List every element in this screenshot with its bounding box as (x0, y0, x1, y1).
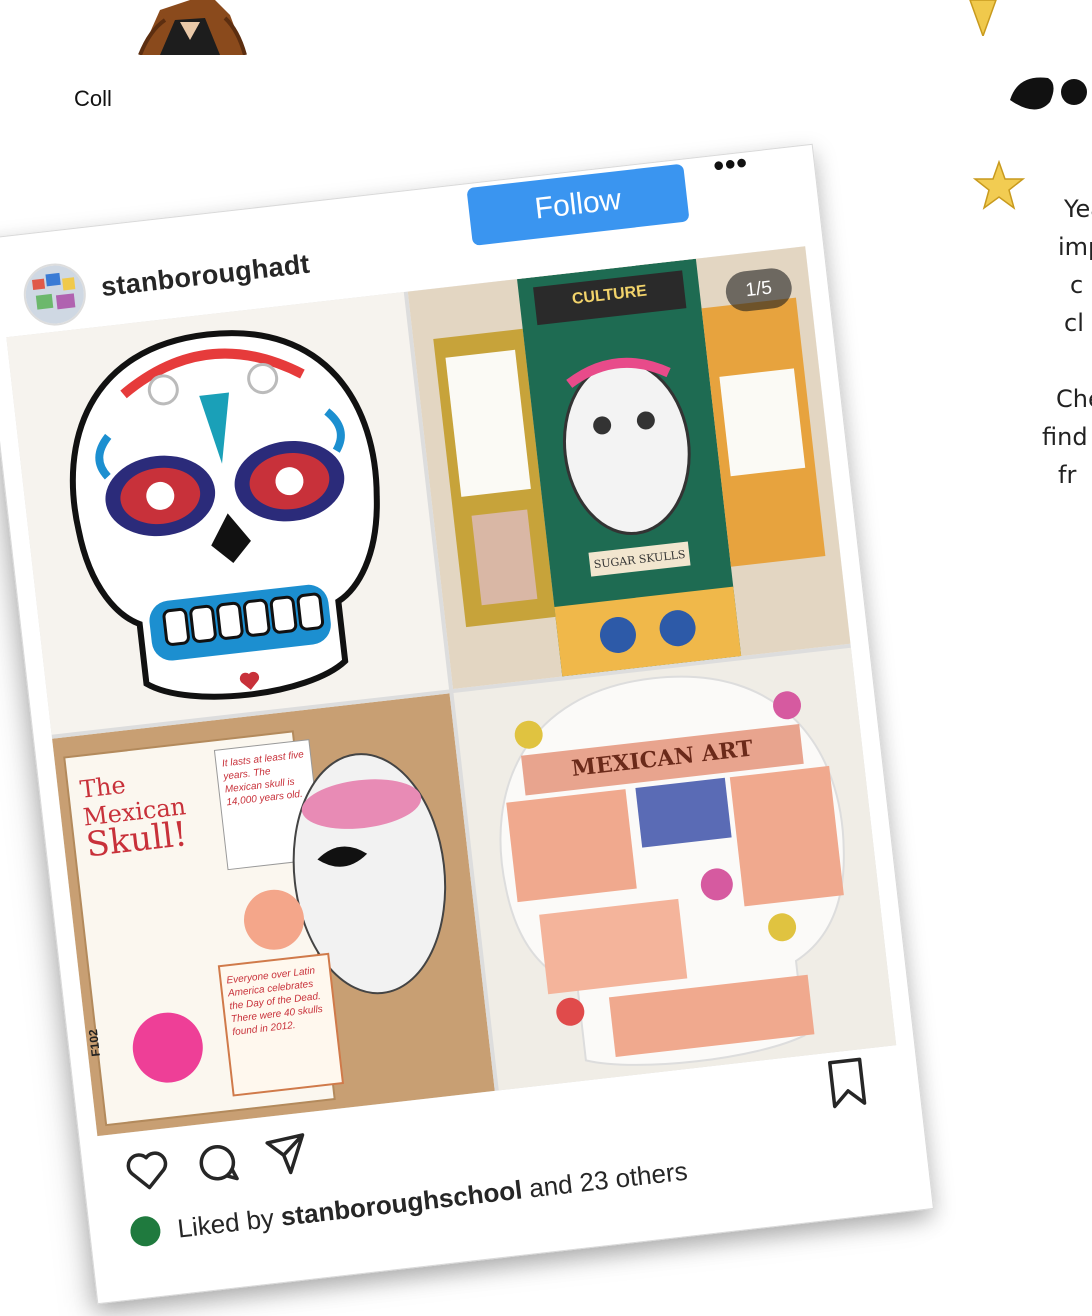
side-line: find (1042, 423, 1088, 451)
sugar-skull-image (6, 292, 450, 735)
gold-star-icon (969, 0, 997, 36)
side-line: cl (1064, 309, 1084, 337)
cartoon-avatar-image (138, 0, 247, 55)
heart-icon[interactable] (121, 1144, 174, 1197)
side-paragraph: Yea imp c cl Che find fr (1012, 190, 1092, 494)
side-line: fr (1058, 461, 1077, 489)
post-username[interactable]: stanboroughadt (100, 249, 312, 304)
side-line: imp (1058, 233, 1092, 261)
follow-button[interactable]: Follow (466, 163, 690, 246)
liker-avatar[interactable] (128, 1214, 163, 1249)
side-line (1012, 342, 1092, 380)
blob-decoration-icon (1010, 77, 1087, 110)
skull-box-note-1: It lasts at least five years. The Mexica… (221, 749, 305, 809)
skull-box-image: The Mexican Skull! It lasts at least fiv… (52, 693, 495, 1137)
skull-box-note-2: Everyone over Latin America celebrates t… (226, 965, 324, 1039)
instagram-post-card: stanboroughadt Follow ••• 1/5 The Mexica… (0, 143, 934, 1305)
side-line: Che (1056, 385, 1092, 413)
skull-box-title: The Mexican Skull! (78, 760, 227, 866)
more-options-icon[interactable]: ••• (712, 146, 750, 184)
post-image-grid[interactable]: 1/5 The Mexican Skull! It lasts at least… (6, 246, 897, 1137)
liked-by-prefix: Liked by (175, 1202, 276, 1244)
profile-avatar-image (22, 262, 87, 327)
side-line: c (1070, 271, 1084, 299)
display-board-image: 1/5 (407, 246, 851, 689)
side-line: Yea (1064, 195, 1092, 223)
skull-box-side-label: F102 (85, 1028, 103, 1058)
bookmark-icon[interactable] (823, 1055, 871, 1111)
liked-by-suffix[interactable]: and 23 others (528, 1156, 689, 1204)
comment-icon[interactable] (191, 1136, 244, 1189)
profile-avatar[interactable] (20, 260, 90, 329)
share-icon[interactable] (260, 1128, 313, 1181)
partial-label: Coll (74, 86, 112, 111)
mexican-art-poster-image: MEXICAN ART (453, 647, 897, 1091)
